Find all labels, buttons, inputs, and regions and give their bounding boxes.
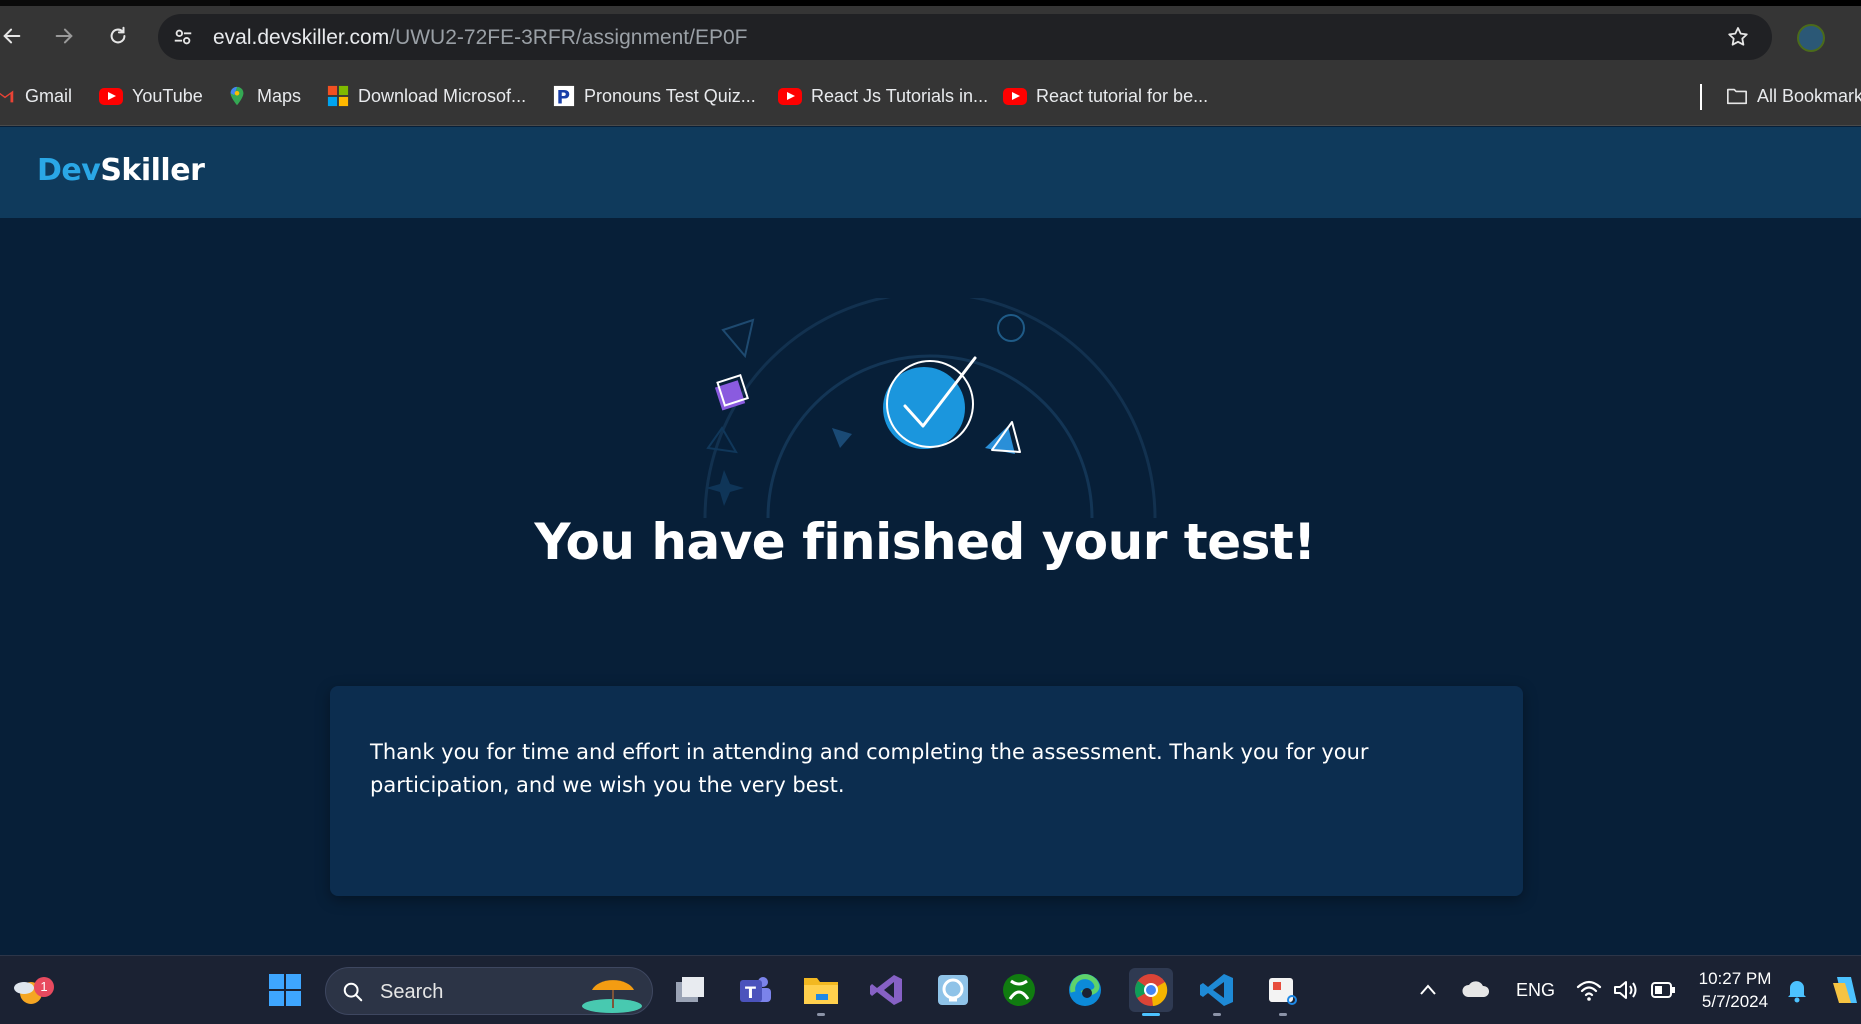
notification-badge: 1 <box>34 977 54 997</box>
bookmark-label: Gmail <box>25 85 73 106</box>
chrome-icon[interactable] <box>1129 968 1173 1016</box>
bookmark-youtube[interactable]: YouTube <box>99 83 203 109</box>
edge-icon[interactable] <box>1063 968 1107 1012</box>
bookmark-gmail[interactable]: Gmail <box>0 83 72 109</box>
maps-icon <box>230 86 244 106</box>
thank-you-card: Thank you for time and effort in attendi… <box>330 686 1523 896</box>
bookmark-react-js-tutorials[interactable]: React Js Tutorials in... <box>778 83 988 109</box>
devskiller-logo[interactable]: DevSkiller <box>37 153 205 188</box>
vscode-icon[interactable] <box>1195 968 1239 1016</box>
thank-you-message: Thank you for time and effort in attendi… <box>370 740 1369 797</box>
bookmark-react-tutorial[interactable]: React tutorial for be... <box>1003 83 1208 109</box>
bookmark-pronouns-quiz[interactable]: P Pronouns Test Quiz... <box>553 83 756 109</box>
svg-text:P: P <box>557 87 570 107</box>
xbox-icon[interactable] <box>997 968 1041 1012</box>
folder-icon <box>1727 88 1747 105</box>
snipping-tool-icon[interactable] <box>1261 968 1305 1016</box>
bookmarks-bar: Gmail YouTube Maps Download Microsof... … <box>0 66 1861 126</box>
checkmark-icon <box>883 356 977 449</box>
windows-taskbar: 1 Search T ENG 10:27 PM 5/7/2024 <box>0 955 1861 1024</box>
microsoft-icon <box>327 85 349 107</box>
bookmark-label: Maps <box>257 85 302 106</box>
beach-umbrella-icon <box>582 980 642 1013</box>
completion-illustration <box>703 298 1157 518</box>
battery-icon[interactable] <box>1650 980 1676 1000</box>
taskbar-search[interactable]: Search <box>325 967 653 1015</box>
back-icon[interactable] <box>0 20 28 52</box>
bookmark-label: React tutorial for be... <box>1036 85 1209 106</box>
running-indicator <box>1213 1013 1221 1016</box>
wifi-icon[interactable] <box>1576 978 1602 1002</box>
clock-time: 10:27 PM <box>1698 969 1772 988</box>
p-site-icon: P <box>553 85 575 107</box>
site-header: DevSkiller <box>0 127 1861 218</box>
address-bar[interactable]: eval.devskiller.com/UWU2-72FE-3RFR/assig… <box>158 14 1772 60</box>
url-path: /UWU2-72FE-3RFR/assignment/EP0F <box>389 26 748 49</box>
logo-part-skiller: Skiller <box>100 153 205 188</box>
bookmark-label: Pronouns Test Quiz... <box>584 85 756 106</box>
volume-icon[interactable] <box>1612 978 1638 1002</box>
logo-part-dev: Dev <box>37 153 101 188</box>
file-explorer-icon[interactable] <box>799 968 843 1016</box>
youtube-icon <box>778 87 802 105</box>
visual-studio-icon[interactable] <box>865 968 909 1012</box>
notification-bell-icon[interactable] <box>1785 977 1809 1003</box>
clock-date: 5/7/2024 <box>1701 992 1769 1011</box>
main-content: You have finished your test! Thank you f… <box>0 218 1861 955</box>
url-domain: eval.devskiller.com <box>213 26 390 49</box>
url-text: eval.devskiller.com/UWU2-72FE-3RFR/assig… <box>213 26 748 50</box>
search-label: Search <box>380 981 444 1003</box>
language-indicator[interactable]: ENG <box>1516 980 1555 1001</box>
onedrive-icon[interactable] <box>1462 977 1490 1001</box>
running-indicator <box>1279 1013 1287 1016</box>
weather-widget[interactable]: 1 <box>6 968 54 1012</box>
svg-text:T: T <box>745 983 756 1002</box>
bookmarks-separator <box>1700 84 1702 110</box>
copilot-icon[interactable] <box>1831 973 1861 1007</box>
forward-icon[interactable] <box>48 20 80 52</box>
site-settings-icon[interactable] <box>172 26 194 48</box>
bookmark-label: React Js Tutorials in... <box>811 85 989 106</box>
search-icon <box>343 982 363 1002</box>
running-indicator <box>817 1013 825 1016</box>
profile-avatar[interactable] <box>1797 24 1825 52</box>
all-bookmarks-label: All Bookmarks <box>1757 85 1861 106</box>
windows-start-icon[interactable] <box>263 968 307 1012</box>
taskbar-clock[interactable]: 10:27 PM 5/7/2024 <box>1690 967 1780 1013</box>
active-indicator <box>1142 1013 1160 1016</box>
youtube-icon <box>99 87 123 105</box>
bookmark-star-icon[interactable] <box>1726 25 1750 49</box>
browser-toolbar: eval.devskiller.com/UWU2-72FE-3RFR/assig… <box>0 6 1861 66</box>
bookmark-microsoft[interactable]: Download Microsof... <box>327 83 526 109</box>
completion-heading: You have finished your test! <box>534 513 1316 571</box>
youtube-icon <box>1003 87 1027 105</box>
bookmark-maps[interactable]: Maps <box>226 83 301 109</box>
teams-icon[interactable]: T <box>733 968 777 1012</box>
gmail-icon <box>0 90 14 103</box>
bookmark-label: Download Microsof... <box>358 85 527 106</box>
all-bookmarks[interactable]: All Bookmarks <box>1726 83 1861 109</box>
reload-icon[interactable] <box>102 20 134 52</box>
app-icon[interactable] <box>931 968 975 1012</box>
bookmark-label: YouTube <box>132 85 203 106</box>
task-view-icon[interactable] <box>668 968 712 1012</box>
chevron-up-icon[interactable] <box>1418 980 1438 1000</box>
